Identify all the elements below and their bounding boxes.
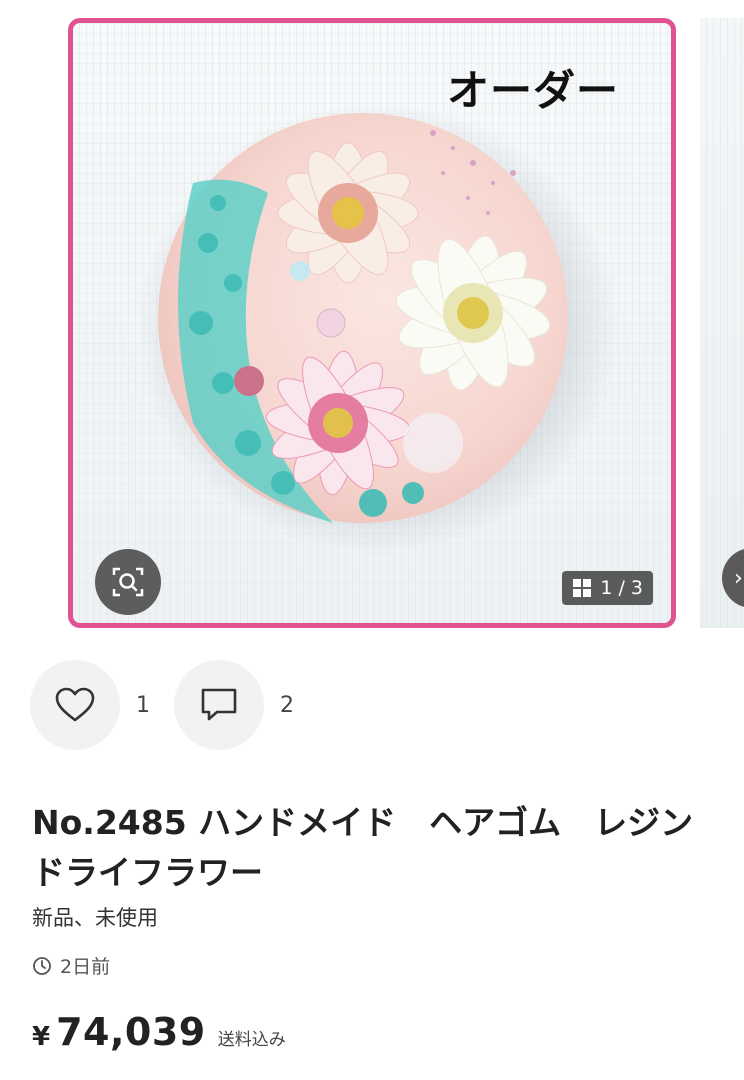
- image-carousel[interactable]: › オーダー 1 / 3: [0, 0, 744, 640]
- clock-icon: [33, 956, 51, 975]
- next-photo-peek[interactable]: [700, 18, 744, 628]
- price-amount: 74,039: [56, 1010, 206, 1054]
- price-currency: ¥: [32, 1022, 51, 1052]
- action-row: 1 2: [30, 660, 318, 750]
- zoom-button[interactable]: [95, 549, 161, 615]
- product-condition: 新品、未使用: [32, 906, 158, 930]
- grid-icon: [573, 579, 592, 597]
- image-overlay-label: オーダー: [447, 66, 620, 115]
- comment-button[interactable]: [174, 660, 264, 750]
- comments-count: 2: [280, 692, 294, 718]
- likes-count: 1: [136, 692, 150, 718]
- posted-time: 2日前: [32, 952, 110, 979]
- posted-time-text: 2日前: [60, 956, 111, 978]
- chevron-right-icon: ›: [734, 565, 743, 591]
- like-button[interactable]: [30, 660, 120, 750]
- product-photo[interactable]: オーダー 1 / 3: [68, 18, 676, 628]
- product-title: No.2485 ハンドメイド ヘアゴム レジン ドライフラワー: [32, 803, 727, 892]
- price: ¥ 74,039 送料込み: [32, 1010, 286, 1054]
- shipping-note: 送料込み: [217, 1030, 286, 1050]
- zoom-search-icon: [112, 567, 144, 597]
- comment-icon: [201, 688, 237, 721]
- page-indicator-text: 1 / 3: [600, 577, 643, 599]
- heart-icon: [55, 687, 95, 722]
- image-page-indicator[interactable]: 1 / 3: [562, 571, 653, 605]
